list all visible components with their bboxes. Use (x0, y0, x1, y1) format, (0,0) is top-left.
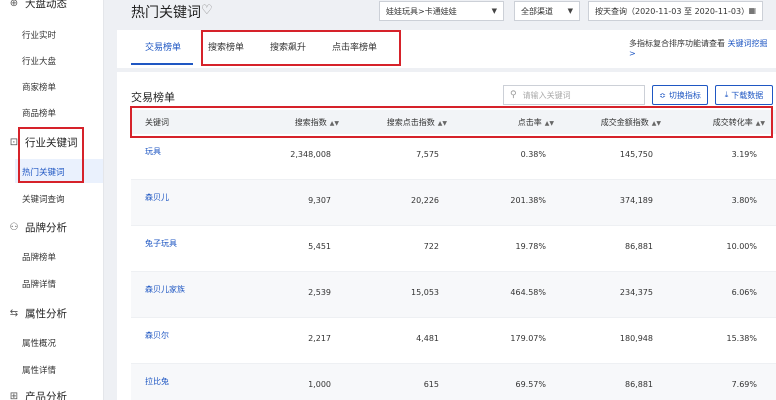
ctr-cell: 19.78% (515, 242, 546, 251)
sidebar-item-brand-rank[interactable]: 品牌榜单 (22, 251, 56, 263)
ctr-cell: 179.07% (510, 334, 546, 343)
conversion-rate-cell: 7.69% (731, 380, 757, 389)
download-data-label: 下载数据 (731, 90, 764, 100)
annotation-box-tabs (201, 30, 401, 66)
search-click-index-cell: 7,575 (416, 150, 439, 159)
channel-select-value: 全部渠道 (521, 6, 553, 16)
table-row: 森贝尔 2,217 4,481 179.07% 180,948 15.38% (131, 318, 776, 364)
gmv-index-cell: 145,750 (619, 150, 653, 159)
page-title: 热门关键词 (131, 5, 201, 21)
keyword-search-input[interactable]: ⚲ 请输入关键词 (503, 85, 645, 105)
gmv-index-cell: 234,375 (619, 288, 653, 297)
favorite-heart-icon[interactable]: ♡ (201, 3, 213, 18)
table-row: 拉比兔 1,000 615 69.57% 86,881 7.69% (131, 364, 776, 400)
switch-icon: ≎ (659, 90, 666, 100)
search-index-cell: 2,217 (308, 334, 331, 343)
keyword-link[interactable]: 森贝儿家族 (145, 284, 185, 295)
ctr-cell: 464.58% (510, 288, 546, 297)
sidebar-item-attr-overview[interactable]: 属性概况 (22, 337, 56, 349)
sidebar-group-attribute[interactable]: ⇆ 属性分析 (8, 306, 67, 321)
ctr-cell: 69.57% (515, 380, 546, 389)
date-select-value: 按天查询（2020-11-03 至 2020-11-03） (595, 6, 750, 16)
table-row: 森贝儿家族 2,539 15,053 464.58% 234,375 6.06% (131, 272, 776, 318)
search-click-index-cell: 15,053 (411, 288, 439, 297)
keyword-link[interactable]: 兔子玩具 (145, 238, 177, 249)
conversion-rate-cell: 3.19% (731, 150, 757, 159)
search-index-cell: 9,307 (308, 196, 331, 205)
table-row: 兔子玩具 5,451 722 19.78% 86,881 10.00% (131, 226, 776, 272)
conversion-rate-cell: 6.06% (731, 288, 757, 297)
sidebar-group-market[interactable]: ⊕ 大盘动态 (8, 0, 67, 11)
sidebar: ⊕ 大盘动态 行业实时 行业大盘 商家榜单 商品榜单 ⊡ 行业关键词 热门关键词… (0, 0, 104, 400)
section-title: 交易榜单 (131, 91, 175, 104)
search-icon: ⚲ (510, 90, 517, 100)
tip-label: 多指标复合排序功能请查看 (629, 39, 725, 48)
switch-metrics-label: 切换指标 (668, 90, 701, 100)
tab-transaction-rank[interactable]: 交易榜单 (145, 40, 181, 53)
annotation-box-sidebar (18, 127, 84, 183)
page-header: 热门关键词 ♡ 娃娃玩具>卡通娃娃 ▼ 全部渠道 ▼ 按天查询（2020-11-… (117, 0, 776, 30)
caret-down-icon: ▼ (567, 7, 573, 15)
search-index-cell: 2,348,008 (290, 150, 331, 159)
calendar-icon: ▦ (748, 6, 756, 15)
search-placeholder: 请输入关键词 (522, 90, 571, 100)
tab-bar: 交易榜单 搜索榜单 搜索飙升 点击率榜单 多指标复合排序功能请查看 关键词挖掘 … (117, 30, 776, 68)
chart-icon: ⊕ (9, 0, 19, 9)
sidebar-group-label: 属性分析 (25, 308, 67, 320)
gmv-index-cell: 180,948 (619, 334, 653, 343)
conversion-rate-cell: 3.80% (731, 196, 757, 205)
sidebar-group-label: 产品分析 (25, 391, 67, 400)
brand-icon: ⚇ (9, 222, 19, 233)
category-select[interactable]: 娃娃玩具>卡通娃娃 ▼ (379, 1, 504, 21)
conversion-rate-cell: 15.38% (726, 334, 757, 343)
keyword-link[interactable]: 玩具 (145, 146, 161, 157)
ctr-cell: 201.38% (510, 196, 546, 205)
keyword-link[interactable]: 拉比兔 (145, 376, 169, 387)
search-index-cell: 2,539 (308, 288, 331, 297)
table-row: 玩具 2,348,008 7,575 0.38% 145,750 3.19% (131, 134, 776, 180)
sidebar-item-merchant-rank[interactable]: 商家榜单 (22, 81, 56, 93)
search-index-cell: 5,451 (308, 242, 331, 251)
keyword-link[interactable]: 森贝儿 (145, 192, 169, 203)
table-row: 森贝儿 9,307 20,226 201.38% 374,189 3.80% (131, 180, 776, 226)
tip-text: 多指标复合排序功能请查看 关键词挖掘 > (629, 38, 776, 58)
sidebar-item-product-rank[interactable]: 商品榜单 (22, 107, 56, 119)
date-select[interactable]: 按天查询（2020-11-03 至 2020-11-03） ▦ (588, 1, 763, 21)
keyword-link[interactable]: 森贝尔 (145, 330, 169, 341)
sidebar-item-industry-realtime[interactable]: 行业实时 (22, 29, 56, 41)
switch-metrics-button[interactable]: ≎ 切换指标 (652, 85, 708, 105)
gmv-index-cell: 86,881 (625, 380, 653, 389)
search-click-index-cell: 20,226 (411, 196, 439, 205)
sidebar-item-attr-detail[interactable]: 属性详情 (22, 364, 56, 376)
search-click-index-cell: 4,481 (416, 334, 439, 343)
category-select-value: 娃娃玩具>卡通娃娃 (386, 6, 457, 16)
product-icon: ⊞ (9, 391, 19, 400)
channel-select[interactable]: 全部渠道 ▼ (514, 1, 580, 21)
sidebar-group-label: 大盘动态 (25, 0, 67, 10)
caret-down-icon: ▼ (491, 7, 497, 15)
gmv-index-cell: 86,881 (625, 242, 653, 251)
sidebar-item-keyword-query[interactable]: 关键词查询 (22, 193, 65, 205)
active-tab-underline (131, 63, 193, 65)
gmv-index-cell: 374,189 (619, 196, 653, 205)
sidebar-item-brand-detail[interactable]: 品牌详情 (22, 278, 56, 290)
attribute-icon: ⇆ (9, 308, 19, 319)
sidebar-group-brand[interactable]: ⚇ 品牌分析 (8, 220, 67, 235)
ranking-panel: 交易榜单 ⚲ 请输入关键词 ≎ 切换指标 ⤓ 下载数据 关键词 搜索指数 ▲▼ 搜… (117, 72, 776, 400)
sidebar-group-product[interactable]: ⊞ 产品分析 (8, 389, 67, 400)
conversion-rate-cell: 10.00% (726, 242, 757, 251)
download-data-button[interactable]: ⤓ 下载数据 (715, 85, 773, 105)
download-icon: ⤓ (724, 90, 729, 99)
ctr-cell: 0.38% (520, 150, 546, 159)
search-index-cell: 1,000 (308, 380, 331, 389)
search-click-index-cell: 615 (423, 380, 439, 389)
search-click-index-cell: 722 (423, 242, 439, 251)
sidebar-group-label: 品牌分析 (25, 222, 67, 234)
sidebar-item-industry-overview[interactable]: 行业大盘 (22, 55, 56, 67)
